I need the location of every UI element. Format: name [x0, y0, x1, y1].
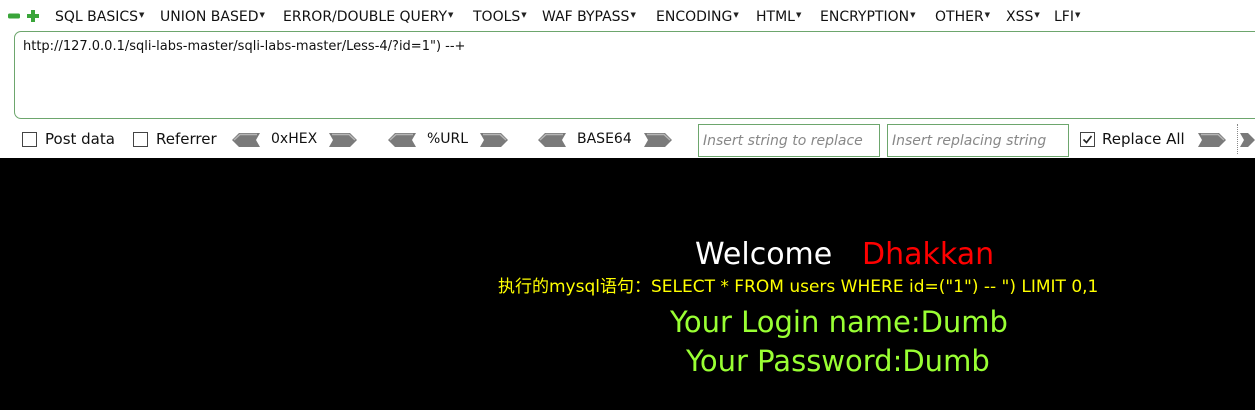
menu-other[interactable]: OTHER▼ — [935, 7, 990, 26]
caret-down-icon: ▼ — [1074, 11, 1081, 19]
caret-down-icon: ▼ — [139, 11, 145, 19]
hex-label: 0xHEX — [271, 131, 318, 147]
decode-base64-left-arrow-icon[interactable] — [538, 133, 566, 147]
menu-bar: SQL BASICS▼ UNION BASED▼ ERROR/DOUBLE QU… — [0, 0, 1255, 30]
caret-down-icon: ▼ — [984, 11, 991, 19]
encode-url-right-arrow-icon[interactable] — [480, 133, 508, 147]
login-name-result: Your Login name:Dumb — [670, 305, 1008, 339]
encode-hex-right-arrow-icon[interactable] — [329, 133, 357, 147]
menu-error-double-query[interactable]: ERROR/DOUBLE QUERY▼ — [283, 7, 453, 26]
replacing-string-input[interactable] — [887, 124, 1069, 157]
executed-sql-query: 执行的mysql语句：SELECT * FROM users WHERE id=… — [498, 277, 1099, 297]
caret-down-icon: ▼ — [259, 11, 265, 19]
caret-down-icon: ▼ — [910, 11, 916, 19]
welcome-name: Dhakkan — [862, 237, 995, 272]
checkmark-icon — [1082, 135, 1093, 144]
caret-down-icon: ▼ — [521, 11, 527, 19]
menu-html[interactable]: HTML▼ — [756, 7, 801, 26]
toolbar-overflow-edge — [1237, 124, 1238, 154]
menu-tools[interactable]: TOOLS▼ — [473, 7, 527, 26]
encode-base64-right-arrow-icon[interactable] — [644, 133, 672, 147]
replace-all-label[interactable]: Replace All — [1102, 130, 1185, 148]
menu-waf-bypass[interactable]: WAF BYPASS▼ — [542, 7, 636, 26]
overflow-arrow-icon[interactable] — [1240, 133, 1255, 147]
menu-encryption[interactable]: ENCRYPTION▼ — [820, 7, 915, 26]
menu-sql-basics[interactable]: SQL BASICS▼ — [55, 7, 144, 26]
referrer-checkbox[interactable] — [133, 132, 148, 147]
page-content: Welcome Dhakkan 执行的mysql语句：SELECT * FROM… — [0, 158, 1255, 410]
hackbar-toolbar: SQL BASICS▼ UNION BASED▼ ERROR/DOUBLE QU… — [0, 0, 1255, 158]
decode-url-left-arrow-icon[interactable] — [388, 133, 416, 147]
menu-union-based[interactable]: UNION BASED▼ — [160, 7, 265, 26]
replace-all-checkbox[interactable] — [1080, 132, 1095, 147]
post-data-label[interactable]: Post data — [45, 130, 115, 148]
string-to-replace-input[interactable] — [698, 124, 880, 157]
caret-down-icon: ▼ — [795, 11, 802, 19]
password-result: Your Password:Dumb — [686, 344, 990, 378]
base64-label: BASE64 — [577, 131, 632, 147]
referrer-label[interactable]: Referrer — [156, 130, 217, 148]
url-encode-label: %URL — [427, 131, 469, 147]
caret-down-icon: ▼ — [1034, 11, 1040, 19]
menu-lfi[interactable]: LFI▼ — [1054, 7, 1080, 26]
menu-xss[interactable]: XSS▼ — [1006, 7, 1040, 26]
caret-down-icon: ▼ — [448, 11, 454, 19]
url-textarea[interactable]: http://127.0.0.1/sqli-labs-master/sqli-l… — [14, 31, 1255, 119]
execute-replace-right-arrow-icon[interactable] — [1198, 133, 1226, 147]
post-data-checkbox[interactable] — [22, 132, 37, 147]
welcome-text: Welcome — [695, 237, 833, 272]
menu-encoding[interactable]: ENCODING▼ — [656, 7, 739, 26]
url-value[interactable]: http://127.0.0.1/sqli-labs-master/sqli-l… — [23, 39, 465, 54]
minus-icon[interactable] — [8, 10, 20, 22]
caret-down-icon: ▼ — [630, 11, 636, 19]
caret-down-icon: ▼ — [733, 11, 739, 19]
plus-icon[interactable] — [27, 10, 39, 22]
decode-hex-left-arrow-icon[interactable] — [232, 133, 260, 147]
